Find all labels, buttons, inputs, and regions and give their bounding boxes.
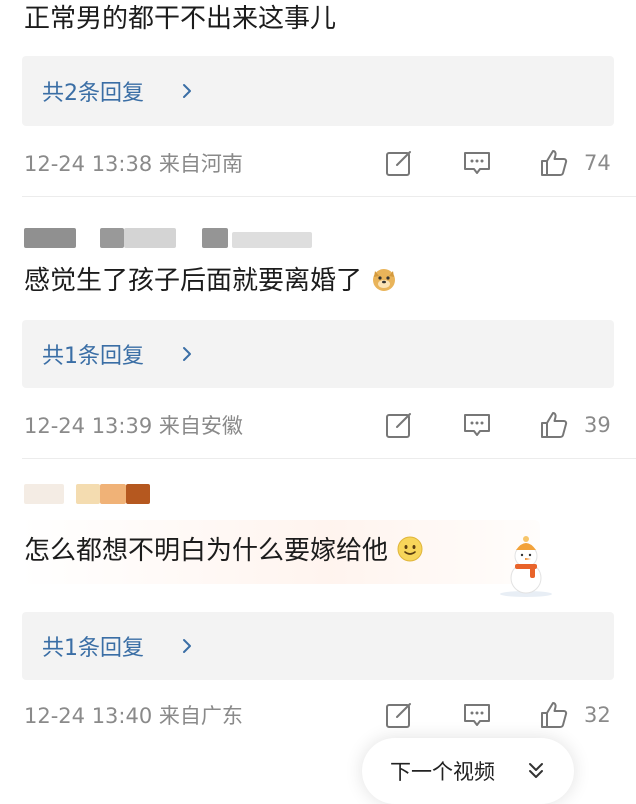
- comment-icon[interactable]: [462, 700, 492, 730]
- comment-meta-row: 12-24 13:38 来自河南 74: [24, 146, 624, 180]
- comment-text-content: 怎么都想不明白为什么要嫁给他: [24, 536, 389, 566]
- next-video-label: 下一个视频: [390, 760, 495, 784]
- doge-emoji-icon: [373, 269, 396, 291]
- like-count: 32: [584, 703, 611, 727]
- comment-text: 感觉生了孩子后面就要离婚了: [24, 264, 398, 298]
- smile-emoji-icon: [397, 536, 423, 562]
- comment-meta-row: 12-24 13:39 来自安徽 39: [24, 408, 624, 442]
- comment-meta-row: 12-24 13:40 来自广东 32: [24, 698, 624, 732]
- blurred-name-block: [76, 484, 100, 504]
- divider: [22, 196, 636, 197]
- comment-timestamp-location: 12-24 13:38 来自河南: [24, 152, 243, 176]
- edit-share-icon[interactable]: [384, 410, 414, 440]
- thumbs-up-icon[interactable]: [538, 409, 570, 441]
- comment-timestamp-location: 12-24 13:40 来自广东: [24, 704, 243, 728]
- blurred-avatar-block: [24, 484, 64, 504]
- thumbs-up-icon[interactable]: [538, 147, 570, 179]
- view-replies-button[interactable]: 共2条回复: [22, 56, 614, 126]
- chevron-right-icon: [183, 639, 191, 653]
- comment-text-content: 感觉生了孩子后面就要离婚了: [24, 266, 363, 296]
- chevron-right-icon: [183, 347, 191, 361]
- like-count: 39: [584, 413, 611, 437]
- view-replies-button[interactable]: 共1条回复: [22, 320, 614, 388]
- blurred-name-block: [100, 484, 126, 504]
- double-chevron-down-icon: [529, 763, 543, 778]
- comment-timestamp-location: 12-24 13:39 来自安徽: [24, 414, 243, 438]
- thumbs-up-icon[interactable]: [538, 699, 570, 731]
- reply-count-label: 共1条回复: [42, 344, 144, 369]
- blurred-name-block: [232, 232, 312, 248]
- blurred-name-block: [126, 484, 150, 504]
- edit-share-icon[interactable]: [384, 700, 414, 730]
- divider: [22, 458, 636, 459]
- blurred-name-block: [124, 228, 176, 248]
- reply-count-label: 共1条回复: [42, 636, 144, 661]
- next-video-button[interactable]: 下一个视频: [362, 738, 574, 804]
- snowman-sticker-icon: [500, 536, 552, 597]
- chevron-right-icon: [183, 84, 191, 98]
- blurred-name-block: [202, 228, 228, 248]
- comment-text: 怎么都想不明白为什么要嫁给他: [24, 534, 424, 568]
- comment-text: 正常男的都干不出来这事儿: [24, 4, 337, 34]
- comment-icon[interactable]: [462, 410, 492, 440]
- like-count: 74: [584, 151, 611, 175]
- blurred-name-block: [100, 228, 124, 248]
- edit-share-icon[interactable]: [384, 148, 414, 178]
- reply-count-label: 共2条回复: [42, 81, 144, 106]
- comment-icon[interactable]: [462, 148, 492, 178]
- view-replies-button[interactable]: 共1条回复: [22, 612, 614, 680]
- blurred-avatar-block: [24, 228, 76, 248]
